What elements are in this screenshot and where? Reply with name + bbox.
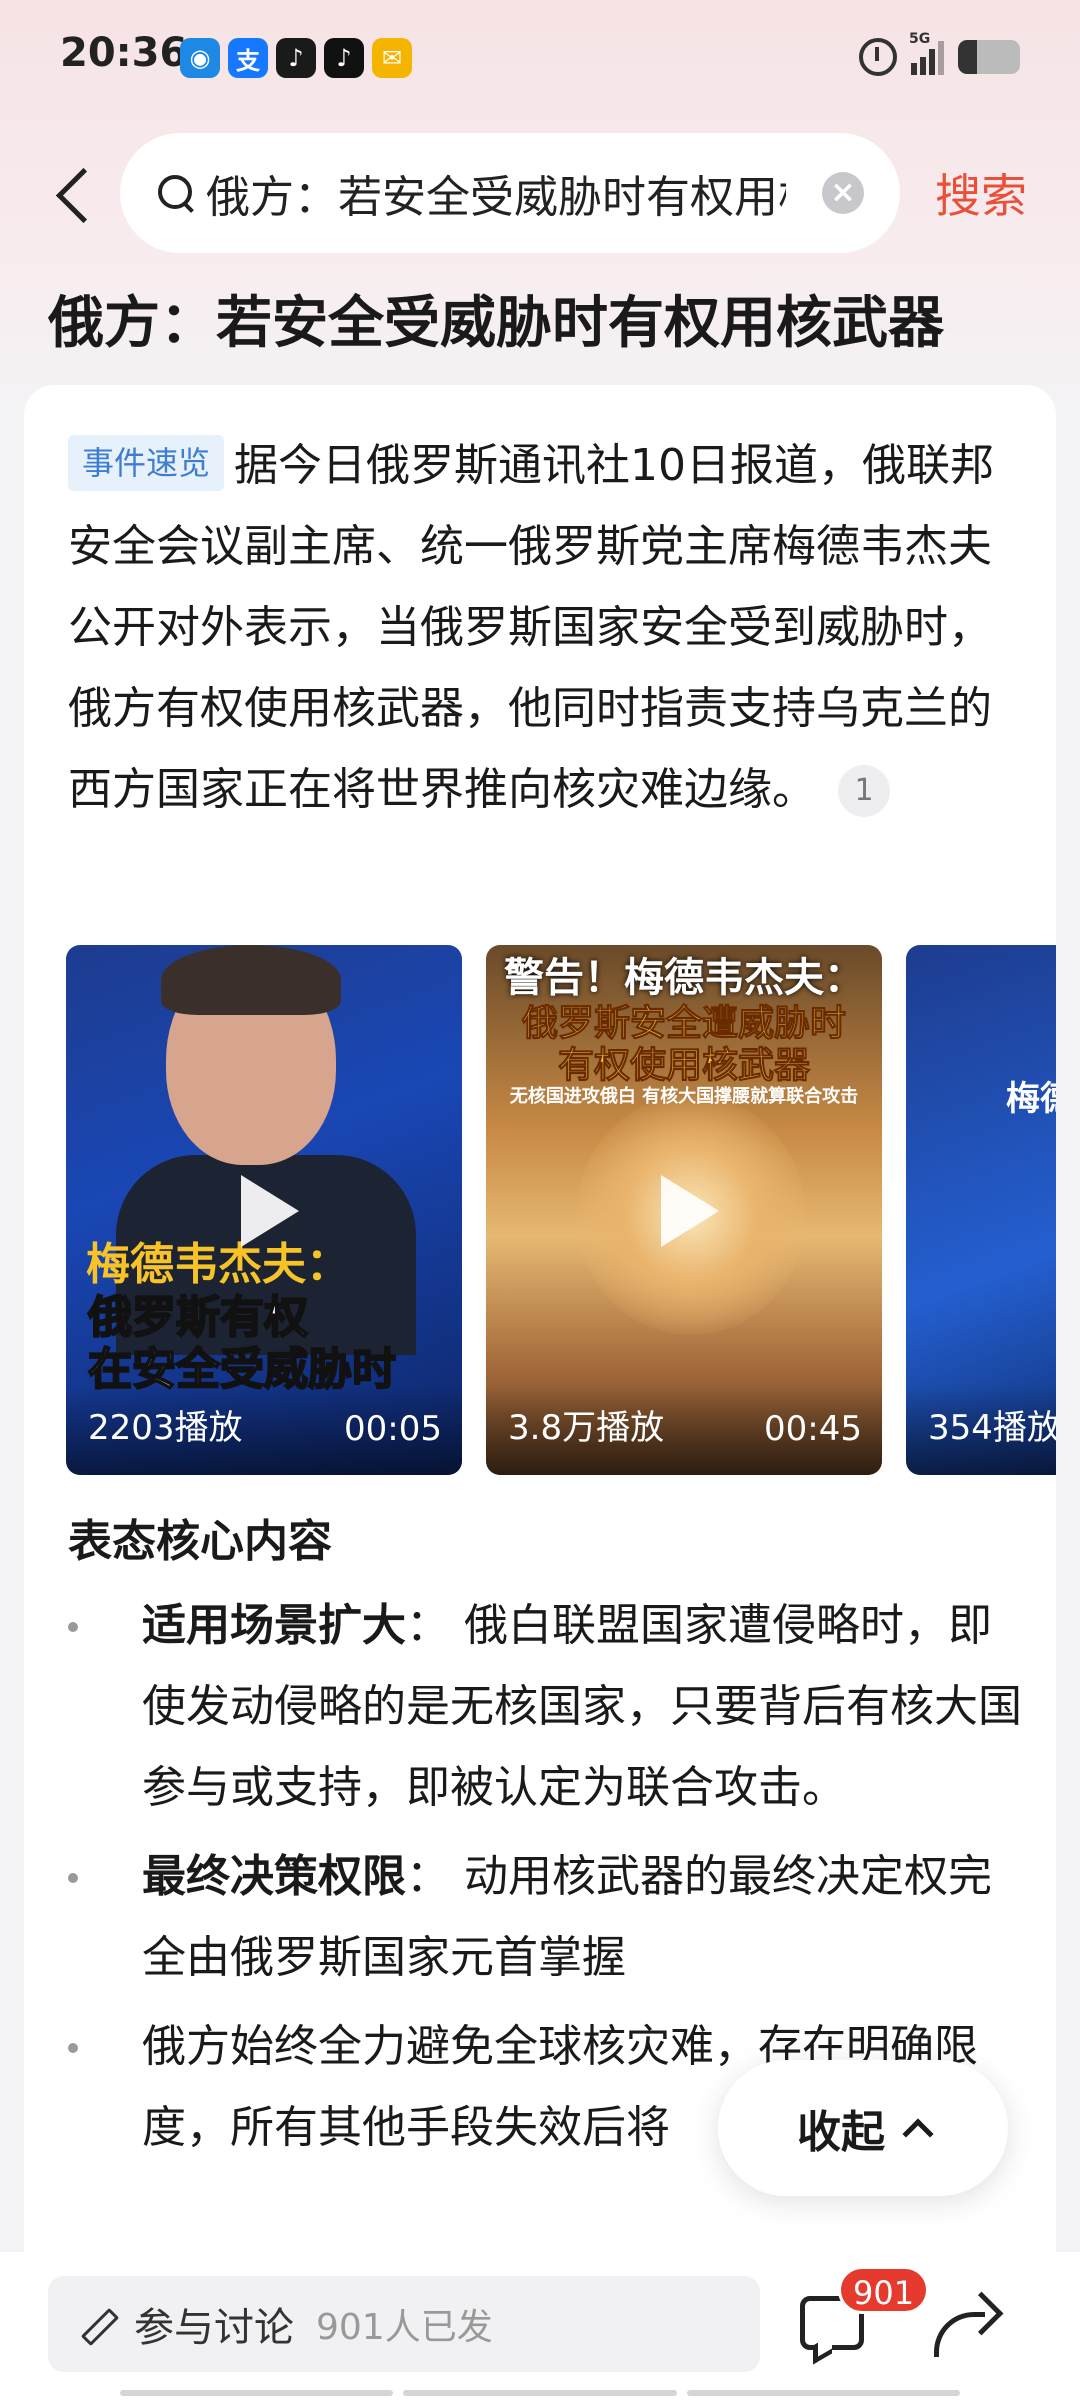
discussion-count: 901人已发 (316, 2307, 493, 2348)
status-indicators: 5G (859, 31, 1020, 76)
list-item: 最终决策权限： 动用核武器的最终决定权完全由俄罗斯国家元首掌握 (68, 1836, 1028, 1998)
status-bar: 20:36 ◉ 支 ♪ ♪ ✉ 5G (0, 0, 1080, 120)
share-icon[interactable] (930, 2294, 996, 2357)
alarm-icon (859, 38, 897, 76)
video-duration: 00:05 (344, 1409, 442, 1449)
video-card[interactable]: 梅德 354播放 (906, 945, 1056, 1475)
collapse-label: 收起 (797, 2107, 885, 2158)
chevron-up-icon (902, 2118, 934, 2150)
video-caption: 无核国进攻俄白 有核大国撑腰就算联合攻击 (509, 1086, 859, 1107)
video-carousel[interactable]: 梅德韦杰夫： 俄罗斯有权 在安全受威胁时 2203播放 00:05 警告！梅德韦… (66, 945, 1056, 1475)
video-caption: 有权使用核武器 (557, 1044, 810, 1086)
search-button[interactable]: 搜索 (935, 160, 1027, 226)
video-card[interactable]: 梅德韦杰夫： 俄罗斯有权 在安全受威胁时 2203播放 00:05 (66, 945, 462, 1475)
collapse-button[interactable]: 收起 (718, 2060, 1008, 2196)
back-button[interactable] (48, 160, 98, 230)
video-duration: 00:45 (764, 1409, 862, 1449)
video-caption: 警告！梅德韦杰夫： (504, 955, 864, 1001)
bullet-title: 适用场景扩大 (142, 1600, 406, 1651)
bottom-bar: 参与讨论 901人已发 901 (0, 2252, 1080, 2400)
search-icon (156, 173, 196, 213)
video-views: 2203播放 (88, 1408, 243, 1448)
list-item: 适用场景扩大： 俄白联盟国家遭侵略时，即使发动侵略的是无核国家，只要背后有核大国… (68, 1585, 1028, 1828)
video-caption: 梅德韦杰夫： (86, 1239, 350, 1290)
network-type: 5G (909, 31, 931, 47)
search-input[interactable]: 俄方：若安全受威胁时有权用核武器 × (120, 133, 900, 253)
summary-text: 据今日俄罗斯通讯社10日报道，俄联邦安全会议副主席、统一俄罗斯党主席梅德韦杰夫公… (68, 440, 995, 815)
bilibili-like-icon: ◉ (180, 38, 220, 78)
search-query[interactable]: 俄方：若安全受威胁时有权用核武器 (206, 161, 786, 225)
play-icon[interactable] (241, 1175, 299, 1247)
notification-icons: ◉ 支 ♪ ♪ ✉ (180, 38, 412, 78)
video-views: 3.8万播放 (508, 1408, 665, 1448)
pen-icon (74, 2304, 114, 2344)
mail-icon: ✉ (372, 38, 412, 78)
discussion-label: 参与讨论 (134, 2305, 294, 2351)
event-summary: 事件速览 据今日俄罗斯通讯社10日报道，俄联邦安全会议副主席、统一俄罗斯党主席梅德… (68, 425, 1018, 830)
event-tag: 事件速览 (68, 435, 225, 491)
section-heading: 表态核心内容 (68, 1516, 332, 1567)
status-time: 20:36 (60, 30, 188, 76)
play-icon[interactable] (661, 1175, 719, 1247)
page-title: 俄方：若安全受威胁时有权用核武器 (48, 291, 944, 356)
home-indicator (120, 2390, 960, 2396)
bullet-title: 最终决策权限 (142, 1851, 406, 1902)
clear-icon[interactable]: × (822, 172, 864, 214)
comment-count-badge: 901 (838, 2266, 930, 2314)
alipay-icon: 支 (228, 38, 268, 78)
video-caption: 俄罗斯有权 (87, 1291, 309, 1343)
video-caption: 俄罗斯安全遭威胁时 (521, 1002, 846, 1044)
video-caption: 梅德 (1006, 1079, 1056, 1119)
content-card: 事件速览 据今日俄罗斯通讯社10日报道，俄联邦安全会议副主席、统一俄罗斯党主席梅德… (24, 385, 1056, 2285)
discussion-input[interactable]: 参与讨论 901人已发 (48, 2276, 760, 2372)
tiktok-icon: ♪ (324, 38, 364, 78)
video-card[interactable]: 警告！梅德韦杰夫： 俄罗斯安全遭威胁时 有权使用核武器 无核国进攻俄白 有核大国… (486, 945, 882, 1475)
music-app-icon: ♪ (276, 38, 316, 78)
signal-icon: 5G (909, 31, 944, 75)
battery-icon (958, 40, 1020, 74)
video-views: 354播放 (928, 1408, 1056, 1448)
citation-badge[interactable]: 1 (838, 765, 890, 817)
